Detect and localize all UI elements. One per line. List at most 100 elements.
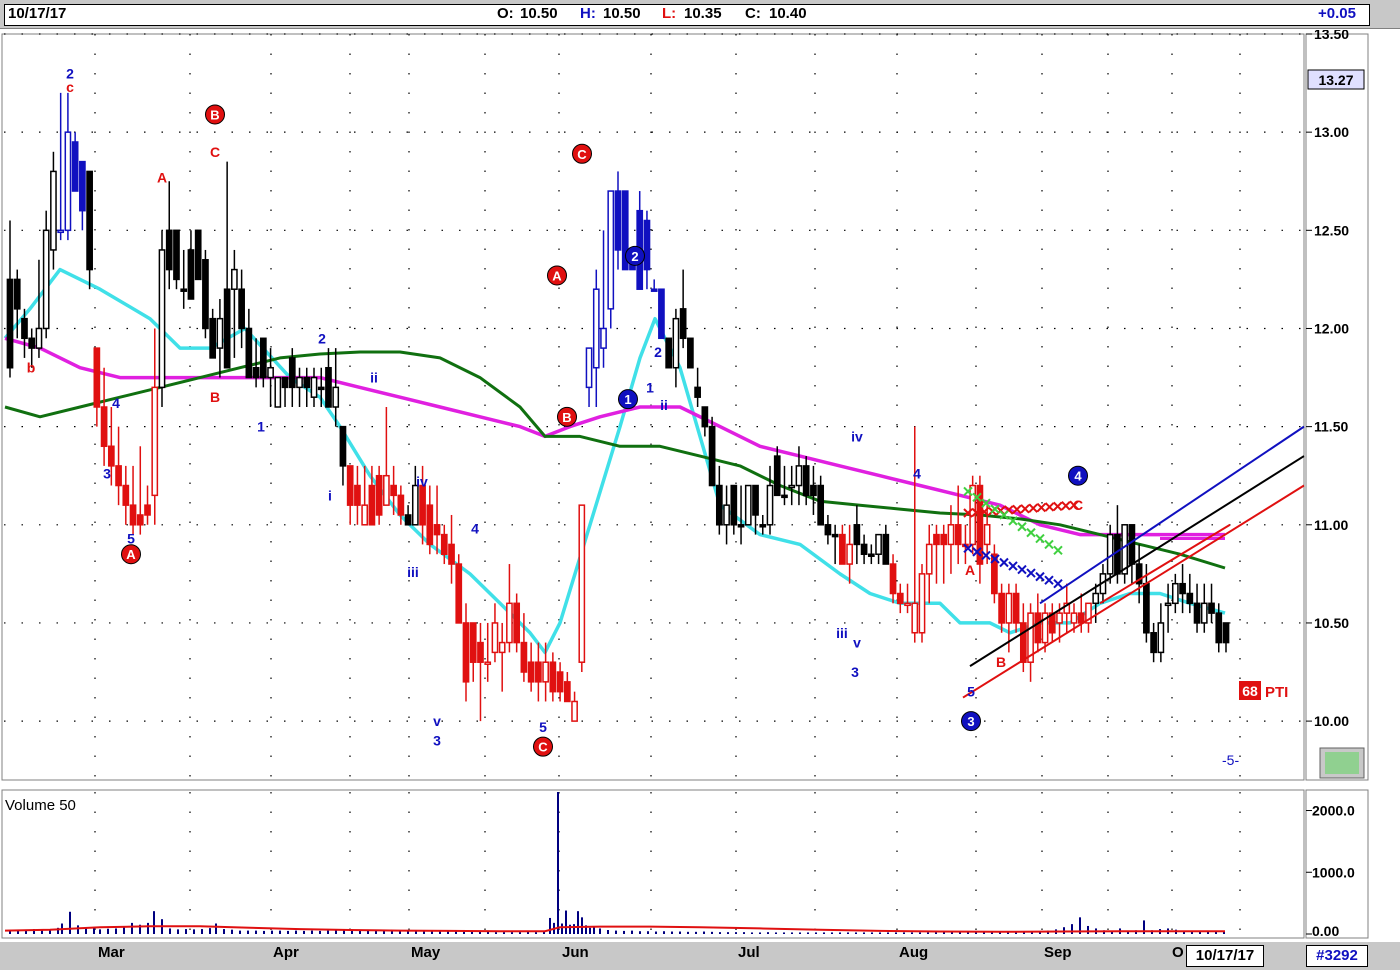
candle-body [469,622,477,663]
price-tick-label: 12.50 [1314,222,1349,238]
candle-body [158,249,166,389]
pti-label: PTI [1265,684,1288,701]
candle-body [455,563,463,624]
candle-body [107,445,115,467]
candle-body [679,308,687,340]
price-volume-chart[interactable]: 2cbACB43512iiiiviii4v3521iiiv4iiiv3ABC5B… [0,30,1400,942]
candle-body [708,425,716,487]
candle-body [643,219,651,271]
candle [744,484,752,526]
candle-body [1186,592,1194,605]
candle-body [252,366,260,379]
candle-body [571,700,578,722]
wave-label: B [996,654,1006,670]
candle-body [296,376,303,389]
wave-label: ii [660,397,668,413]
wave-label: v [853,635,861,651]
candle [274,376,282,408]
candle-body [578,504,586,663]
candle-body [64,131,72,232]
price-tick-label: 10.50 [1314,615,1349,631]
high-label: H: [580,5,596,22]
month-label: Aug [899,944,929,961]
candle-body [317,386,325,391]
candle-body [875,533,882,555]
candle-body [650,288,658,292]
candle [42,210,50,339]
candle-body [28,337,36,349]
candle-body [354,484,361,506]
candle-body [42,229,50,330]
wave-label: C [1073,497,1083,513]
price-tick-label: 10.00 [1314,713,1349,729]
pti-value: 68 [1242,683,1258,699]
candle [708,416,716,487]
wave-circle-label: A [547,265,567,286]
candle-body [462,622,470,683]
candle-body [1193,602,1201,624]
candle-body [50,170,57,251]
candle-body [665,337,673,369]
candle-body [339,425,347,467]
wave-label: v [433,713,441,729]
month-label: Mar [98,944,125,961]
volume-tick-label: 2000.0 [1312,803,1355,819]
candle-body [1012,592,1020,624]
volume-tick-label: 1000.0 [1312,864,1355,880]
candle-body [535,661,542,683]
price-tick-label: 12.00 [1314,320,1349,336]
candle-body [607,190,615,310]
candle-body [527,661,535,683]
candle-body [303,376,311,389]
month-label: O [1172,944,1184,961]
candle-body [730,484,738,526]
high-value: 10.50 [603,5,641,22]
candle-body [346,465,354,506]
wave-circle-label: B [557,406,577,427]
candle-body [419,484,426,526]
candle-body [940,533,948,546]
wave-label: 4 [112,395,120,411]
wave-label: 4 [913,466,921,482]
wave-circle-text: A [552,268,562,283]
wave-label: 3 [433,733,441,749]
candle-body [368,484,376,526]
candle [918,564,926,643]
candle-body [542,661,549,683]
candle-body [737,524,745,528]
candle-body [144,504,151,516]
candle-body [933,533,940,546]
candle-body [781,494,788,499]
candle-body [1208,602,1215,614]
candle-body [259,337,267,379]
candle [578,504,586,673]
candle-body [925,543,933,575]
candle-body [57,229,65,234]
wave-circle-label: C [572,143,592,164]
candle-body [810,484,817,497]
candle-body [122,484,130,506]
candle-body [310,376,318,398]
close-value: 10.40 [769,5,807,22]
candle-body [173,229,180,281]
candle-body [1171,582,1179,605]
candle-body [383,474,390,506]
low-label: L: [662,5,677,22]
candle-body [238,288,245,330]
candle [658,288,665,340]
chart-tool-icon [1325,752,1359,774]
candle-body [759,524,767,528]
candle-body [1056,612,1063,624]
candle-body [361,504,369,526]
wave-label: iii [407,564,419,580]
month-label: Jul [738,944,760,961]
wave-circle-label: B [205,104,225,125]
candle-body [1034,612,1042,644]
change-value: +0.05 [1318,5,1356,22]
wave-label: A [965,562,975,578]
candle-body [1164,602,1172,607]
symbol-id-box[interactable]: #3292 [1306,945,1368,967]
candle-body [1150,632,1157,654]
open-value: 10.50 [520,5,558,22]
candle-body [1157,622,1165,654]
